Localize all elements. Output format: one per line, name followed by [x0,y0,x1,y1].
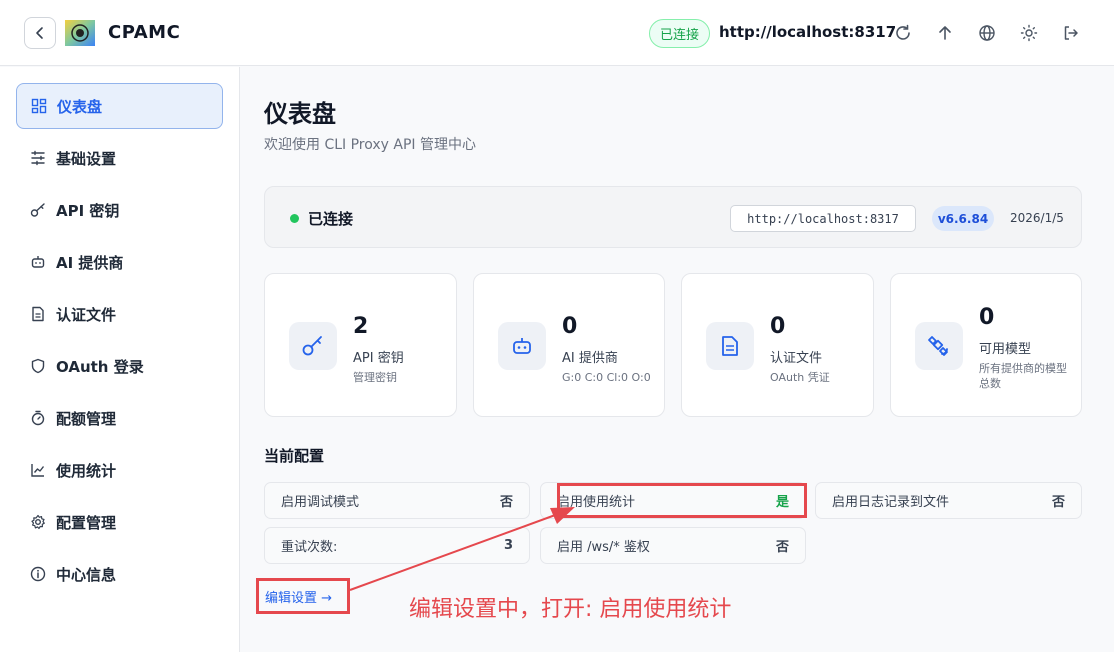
annotation-text: 编辑设置中，打开: 启用使用统计 [409,597,732,622]
annotation-arrow [349,507,575,591]
